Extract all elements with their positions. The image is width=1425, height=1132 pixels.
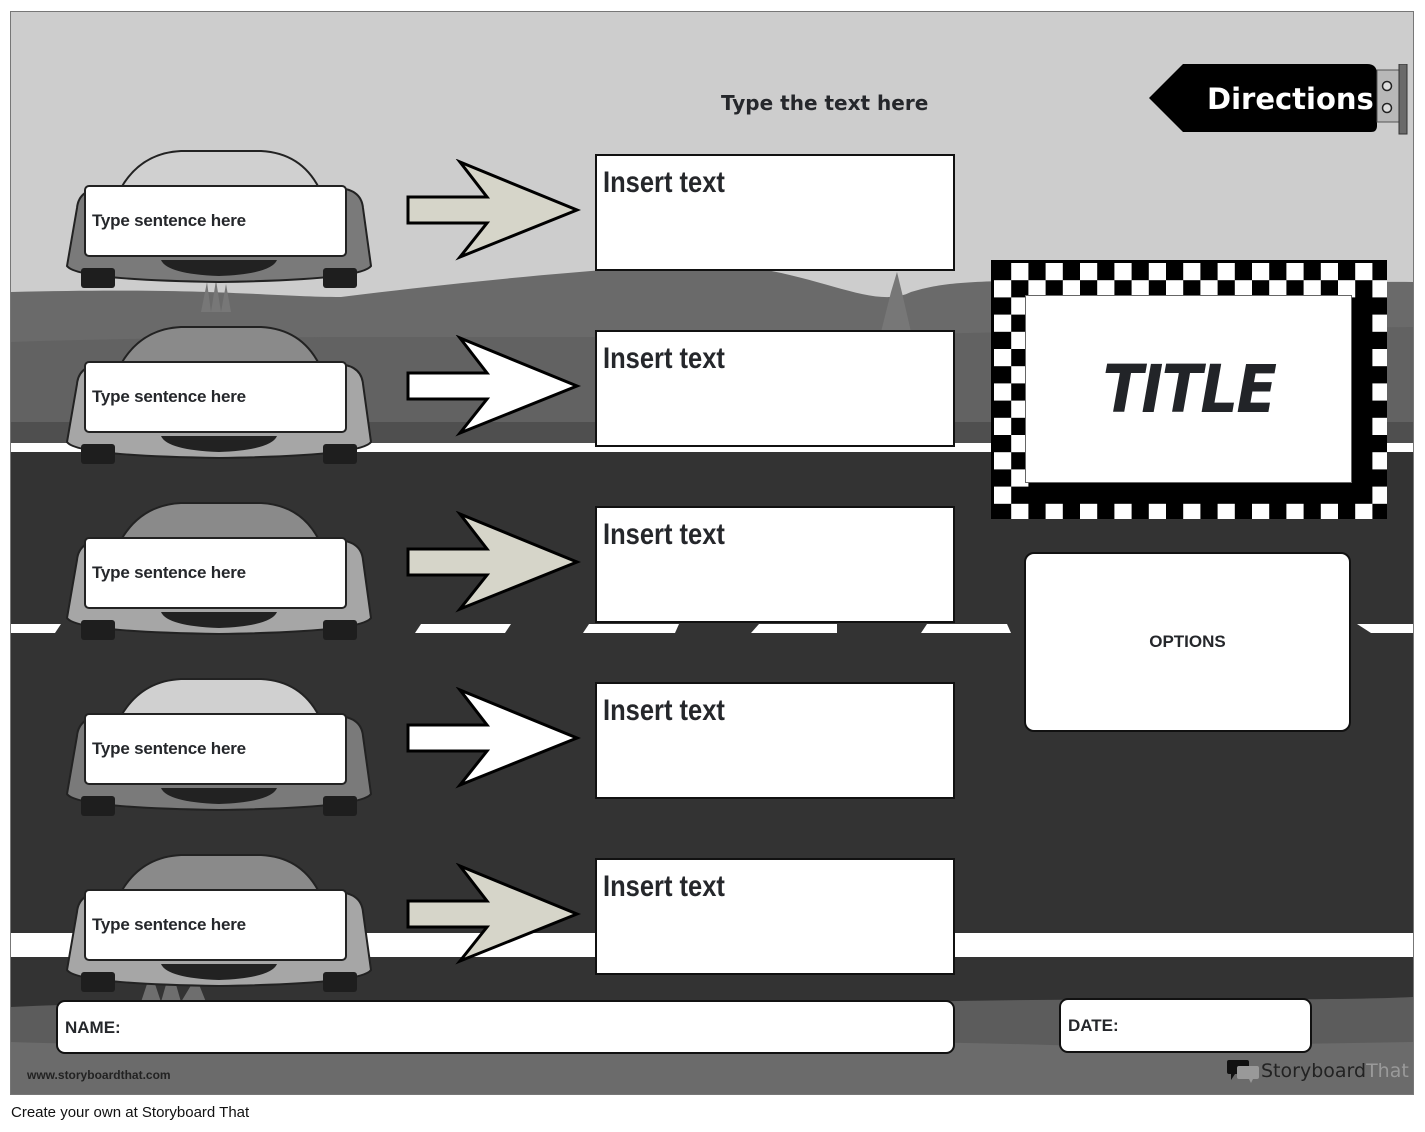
sentence-box[interactable]: Type sentence here	[84, 361, 347, 433]
sentence-text: Type sentence here	[92, 211, 246, 230]
insert-text: Insert text	[603, 166, 725, 199]
checker-square	[1080, 503, 1098, 519]
checker-square	[1011, 503, 1029, 519]
checker-square	[1045, 503, 1063, 519]
directions-label: Directions	[1207, 82, 1374, 116]
checker-square	[1045, 263, 1063, 281]
checker-square	[1183, 503, 1201, 519]
date-label: DATE:	[1068, 1016, 1119, 1035]
right-arrow-icon	[406, 511, 581, 613]
checker-square	[1372, 383, 1387, 401]
right-arrow-icon	[406, 335, 581, 437]
checker-square	[1286, 263, 1304, 281]
brand-name-part1: Storyboard	[1261, 1060, 1367, 1082]
checker-square	[1372, 417, 1387, 435]
create-your-own-link[interactable]: Create your own at Storyboard That	[11, 1104, 249, 1121]
checker-square	[994, 280, 1012, 298]
sentence-box[interactable]: Type sentence here	[84, 185, 347, 257]
sentence-box[interactable]: Type sentence here	[84, 889, 347, 961]
date-field[interactable]: DATE:	[1059, 998, 1312, 1053]
checker-square	[1372, 349, 1387, 367]
sentence-box[interactable]: Type sentence here	[84, 537, 347, 609]
checker-square	[1080, 263, 1098, 281]
checker-square	[1114, 503, 1132, 519]
checker-square	[1217, 503, 1235, 519]
checker-square	[994, 452, 1012, 470]
worksheet-canvas: Type the text here Directions Type sente…	[10, 11, 1414, 1095]
insert-text-box[interactable]: Insert text	[595, 506, 955, 623]
options-text: OPTIONS	[1149, 632, 1226, 651]
checker-square	[1372, 314, 1387, 332]
insert-text-box[interactable]: Insert text	[595, 858, 955, 975]
checker-square	[1148, 263, 1166, 281]
checker-square	[1286, 503, 1304, 519]
name-field[interactable]: NAME:	[56, 1000, 955, 1054]
checker-square	[1372, 452, 1387, 470]
insert-text-box[interactable]: Insert text	[595, 330, 955, 447]
checker-square	[994, 417, 1012, 435]
right-arrow-icon	[406, 687, 581, 789]
sentence-text: Type sentence here	[92, 915, 246, 934]
insert-text-box[interactable]: Insert text	[595, 682, 955, 799]
checker-square	[1320, 263, 1338, 281]
checker-square	[1183, 263, 1201, 281]
checker-square	[994, 383, 1012, 401]
sentence-text: Type sentence here	[92, 387, 246, 406]
sentence-box[interactable]: Type sentence here	[84, 713, 347, 785]
title-text: TITLE	[1102, 350, 1276, 428]
speech-bubbles-icon	[1227, 1060, 1259, 1083]
checker-square	[994, 486, 1012, 504]
checker-square	[994, 349, 1012, 367]
name-label: NAME:	[65, 1018, 121, 1037]
checker-square	[1252, 503, 1270, 519]
insert-text: Insert text	[603, 870, 725, 903]
right-arrow-icon	[406, 159, 581, 261]
subtitle-text[interactable]: Type the text here	[721, 91, 928, 115]
checker-square	[1148, 503, 1166, 519]
checker-square	[1114, 263, 1132, 281]
checker-square	[994, 314, 1012, 332]
sentence-text: Type sentence here	[92, 739, 246, 758]
checker-square	[1355, 263, 1373, 281]
checker-square	[1372, 280, 1387, 298]
sentence-text: Type sentence here	[92, 563, 246, 582]
insert-text: Insert text	[603, 342, 725, 375]
storyboardthat-logo: Storyboard That	[1227, 1058, 1409, 1084]
brand-name-part2: That	[1366, 1060, 1409, 1082]
insert-text: Insert text	[603, 518, 725, 551]
right-arrow-icon	[406, 863, 581, 965]
insert-text-box[interactable]: Insert text	[595, 154, 955, 271]
checker-square	[1320, 503, 1338, 519]
checker-square	[1217, 263, 1235, 281]
checker-square	[1252, 263, 1270, 281]
checker-square	[1011, 263, 1029, 281]
insert-text: Insert text	[603, 694, 725, 727]
options-box[interactable]: OPTIONS	[1024, 552, 1351, 732]
watermark-url: www.storyboardthat.com	[27, 1068, 171, 1082]
title-box[interactable]: TITLE	[1025, 295, 1352, 483]
checker-square	[1355, 503, 1373, 519]
checker-square	[1372, 486, 1387, 504]
